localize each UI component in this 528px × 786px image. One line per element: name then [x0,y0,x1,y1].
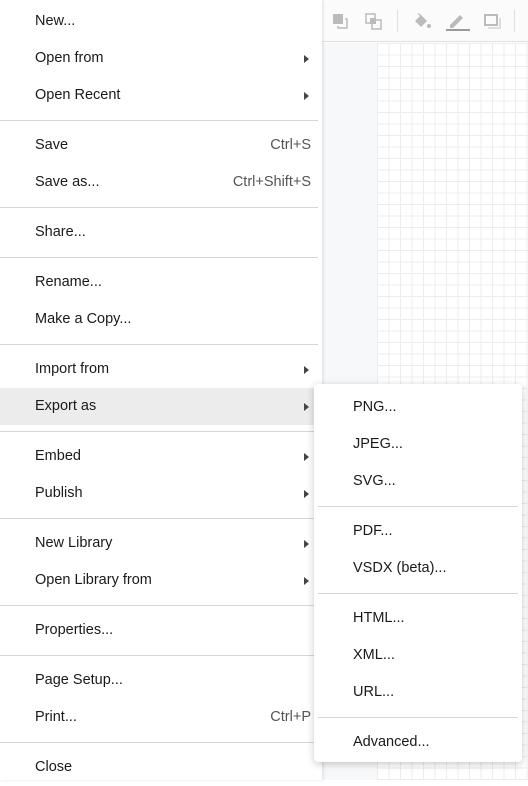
shadow-icon[interactable] [482,11,502,31]
menu-item-label: Embed [35,447,81,464]
shortcut-label: Ctrl+Shift+S [232,173,311,190]
menu-item-new-library[interactable]: New Library [0,525,322,562]
menu-separator [0,338,322,351]
toolbar-divider [397,10,398,32]
menu-item-label: Open Library from [35,571,152,588]
menu-item-label: VSDX (beta)... [353,559,447,576]
menu-item-png[interactable]: PNG... [314,389,522,426]
menu-item-label: XML... [353,646,395,663]
menu-item-embed[interactable]: Embed [0,438,322,475]
menu-item-label: Close [35,758,73,775]
menu-item-new[interactable]: New... [0,3,322,40]
to-front-icon[interactable] [330,11,350,31]
menu-separator [0,201,322,214]
menu-item-export-as[interactable]: Export as [0,387,322,425]
line-color-icon[interactable] [446,11,470,31]
menu-separator [0,599,322,612]
menu-item-make-a-copy[interactable]: Make a Copy... [0,301,322,338]
fill-color-icon[interactable] [412,11,432,31]
menu-item-label: Print... [35,708,77,725]
menu-item-label: Import from [35,360,110,377]
menu-item-open-from[interactable]: Open from [0,40,322,77]
menu-item-label: Publish [35,484,83,501]
menu-separator [0,649,322,662]
menu-separator [314,711,522,724]
menu-item-html[interactable]: HTML... [314,600,522,637]
shortcut-label: Ctrl+P [270,708,311,725]
menu-item-label: Save [35,136,69,153]
submenu-arrow-icon [304,489,309,498]
menu-item-url[interactable]: URL... [314,674,522,711]
menu-item-label: Make a Copy... [35,310,132,327]
submenu-arrow-icon [304,91,309,100]
shortcut-label: Ctrl+S [270,136,311,153]
menu-separator [0,114,322,127]
menu-item-label: HTML... [353,609,405,626]
menu-separator [0,736,322,749]
menu-item-jpeg[interactable]: JPEG... [314,426,522,463]
menu-item-label: Open Recent [35,86,121,103]
menu-item-open-recent[interactable]: Open Recent [0,77,322,114]
menu-item-open-library-from[interactable]: Open Library from [0,562,322,599]
menu-item-rename[interactable]: Rename... [0,264,322,301]
menu-separator [0,425,322,438]
menu-item-label: New... [35,12,76,29]
menu-item-advanced[interactable]: Advanced... [314,724,522,761]
menu-item-label: SVG... [353,472,396,489]
to-back-icon[interactable] [363,11,383,31]
menu-separator [314,500,522,513]
menu-item-label: Properties... [35,621,114,638]
menu-item-label: Page Setup... [35,671,123,688]
menu-separator [0,512,322,525]
submenu-arrow-icon [304,452,309,461]
menu-item-label: Advanced... [353,733,430,750]
menu-item-import-from[interactable]: Import from [0,351,322,388]
menu-item-label: Open from [35,49,104,66]
menu-item-label: Export as [35,397,97,414]
menu-item-page-setup[interactable]: Page Setup... [0,662,322,699]
submenu-arrow-icon [304,54,309,63]
submenu-arrow-icon [304,576,309,585]
menu-item-label: PNG... [353,398,397,415]
menu-separator [314,587,522,600]
file-menu: New... Open from Open Recent Save Ctrl+S Save… [0,0,322,780]
menu-item-properties[interactable]: Properties... [0,612,322,649]
submenu-arrow-icon [304,402,309,411]
menu-item-label: New Library [35,534,113,551]
menu-item-svg[interactable]: SVG... [314,463,522,500]
menu-separator [0,251,322,264]
menu-item-label: Rename... [35,273,102,290]
menu-item-save[interactable]: Save Ctrl+S [0,127,322,164]
menu-item-label: Save as... [35,173,100,190]
menu-item-label: PDF... [353,522,393,539]
menu-item-xml[interactable]: XML... [314,637,522,674]
menu-item-vsdx-beta[interactable]: VSDX (beta)... [314,550,522,587]
toolbar-divider [514,10,515,32]
menu-item-publish[interactable]: Publish [0,475,322,512]
submenu-arrow-icon [304,539,309,548]
menu-item-pdf[interactable]: PDF... [314,513,522,550]
menu-item-label: URL... [353,683,395,700]
submenu-arrow-icon [304,365,309,374]
export-as-submenu: PNG... JPEG... SVG... PDF... VSDX (beta)... H… [314,384,522,762]
menu-item-label: Share... [35,223,86,240]
menu-item-label: JPEG... [353,435,403,452]
menu-item-save-as[interactable]: Save as... Ctrl+Shift+S [0,164,322,201]
menu-item-share[interactable]: Share... [0,214,322,251]
menu-item-print[interactable]: Print... Ctrl+P [0,699,322,736]
